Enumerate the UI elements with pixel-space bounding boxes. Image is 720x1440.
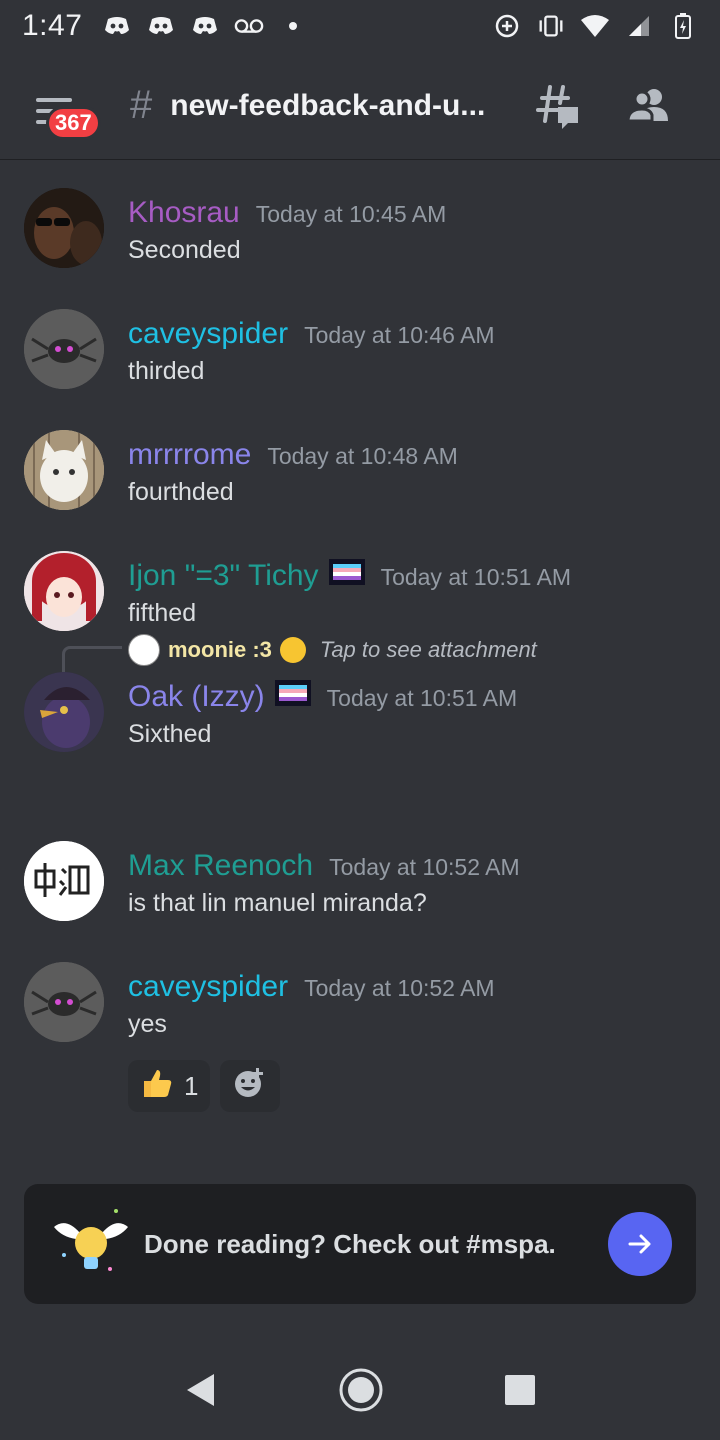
channel-name[interactable]: new-feedback-and-u...: [170, 89, 500, 123]
unread-badge: 367: [46, 105, 101, 140]
vibrate-icon: [536, 15, 566, 37]
next-channel-card[interactable]: Done reading? Check out #mspa.: [24, 1184, 696, 1304]
timestamp: Today at 10:51 AM: [326, 685, 518, 711]
reaction-thumbs-up[interactable]: 1: [128, 1060, 211, 1112]
avatar[interactable]: [24, 309, 104, 389]
timestamp: Today at 10:48 AM: [267, 443, 458, 469]
reaction-count: 1: [184, 1070, 199, 1101]
go-to-channel-button[interactable]: [608, 1212, 672, 1276]
message-item[interactable]: caveyspider Today at 10:52 AM yes: [0, 962, 720, 1072]
timestamp: Today at 10:52 AM: [304, 975, 495, 1001]
discord-notification-icon: [102, 15, 132, 37]
members-icon[interactable]: [624, 81, 674, 131]
hashtag-icon: #: [130, 83, 153, 127]
message-text: fourthded: [128, 478, 234, 506]
message-item[interactable]: Oak (Izzy) Today at 10:51 AM Sixthed: [0, 672, 720, 782]
reply-connector: [62, 646, 122, 672]
back-icon[interactable]: [184, 1372, 218, 1413]
author-line: caveyspider Today at 10:52 AM: [128, 970, 495, 1004]
data-saver-icon: [492, 14, 522, 38]
moon-emoji-icon: [279, 637, 306, 663]
author-line: Oak (Izzy) Today at 10:51 AM: [128, 680, 517, 714]
author-name[interactable]: caveyspider: [128, 970, 288, 1004]
more-dot-icon: [278, 15, 308, 37]
message-text: yes: [128, 1010, 167, 1038]
message-text: thirded: [128, 357, 205, 385]
author-line: mrrrrome Today at 10:48 AM: [128, 438, 458, 472]
reply-avatar: [128, 634, 160, 666]
author-name[interactable]: Oak (Izzy): [128, 680, 265, 714]
role-icon: [328, 559, 365, 585]
message-text: fifthed: [128, 599, 197, 627]
system-nav-bar: [0, 1344, 720, 1440]
cell-signal-icon: [624, 15, 654, 37]
discord-notification-icon: [146, 15, 176, 37]
author-name[interactable]: caveyspider: [128, 317, 288, 351]
voicemail-icon: [234, 15, 264, 37]
notification-icons: [102, 15, 308, 37]
timestamp: Today at 10:52 AM: [329, 854, 520, 880]
thumbs-up-icon: [140, 1066, 174, 1107]
avatar[interactable]: [24, 672, 104, 752]
message-text: Sixthed: [128, 720, 212, 748]
menu-button[interactable]: 367: [28, 76, 101, 140]
status-bar: 1:47: [0, 0, 720, 52]
add-reaction-button[interactable]: [220, 1060, 281, 1112]
author-name[interactable]: mrrrrome: [128, 438, 251, 472]
avatar[interactable]: [24, 841, 104, 921]
discord-notification-icon: [190, 15, 220, 37]
avatar[interactable]: [24, 551, 104, 631]
battery-icon: [668, 13, 698, 39]
timestamp: Today at 10:51 AM: [380, 564, 572, 590]
reactions-row: 1: [128, 1060, 281, 1112]
arrow-right-icon: [628, 1234, 651, 1254]
reply-text: Tap to see attachment: [319, 637, 537, 662]
status-time: 1:47: [22, 9, 83, 42]
message-item[interactable]: mrrrrome Today at 10:48 AM fourthded: [0, 430, 720, 540]
author-name[interactable]: Khosrau: [128, 196, 240, 230]
role-icon: [274, 680, 311, 706]
channel-header: 367 # new-feedback-and-u...: [0, 52, 720, 160]
avatar[interactable]: [24, 188, 104, 268]
home-icon[interactable]: [338, 1367, 384, 1418]
avatar[interactable]: [24, 962, 104, 1042]
wifi-icon: [580, 15, 610, 37]
timestamp: Today at 10:46 AM: [304, 322, 495, 348]
author-line: Max Reenoch Today at 10:52 AM: [128, 849, 520, 883]
recents-icon[interactable]: [504, 1374, 536, 1411]
author-line: caveyspider Today at 10:46 AM: [128, 317, 495, 351]
message-item[interactable]: Khosrau Today at 10:45 AM Seconded: [0, 188, 720, 298]
reply-author: moonie :3: [168, 637, 272, 662]
system-icons: [492, 13, 698, 39]
author-name[interactable]: Max Reenoch: [128, 849, 313, 883]
reply-preview[interactable]: moonie :3 Tap to see attachment: [128, 634, 537, 666]
message-text: Seconded: [128, 236, 241, 264]
message-text: is that lin manuel miranda?: [128, 889, 427, 917]
author-line: Khosrau Today at 10:45 AM: [128, 196, 446, 230]
message-item[interactable]: Max Reenoch Today at 10:52 AM is that li…: [0, 841, 720, 951]
avatar[interactable]: [24, 430, 104, 510]
message-item[interactable]: caveyspider Today at 10:46 AM thirded: [0, 309, 720, 419]
author-line: Ijon "=3" Tichy Today at 10:51 AM: [128, 559, 571, 593]
author-name[interactable]: Ijon "=3" Tichy: [128, 559, 319, 593]
add-emoji-icon: [233, 1066, 267, 1107]
timestamp: Today at 10:45 AM: [255, 201, 447, 227]
lightbulb-icon: [46, 1199, 136, 1289]
done-reading-text: Done reading? Check out #mspa.: [144, 1228, 556, 1259]
threads-icon[interactable]: [532, 81, 582, 131]
